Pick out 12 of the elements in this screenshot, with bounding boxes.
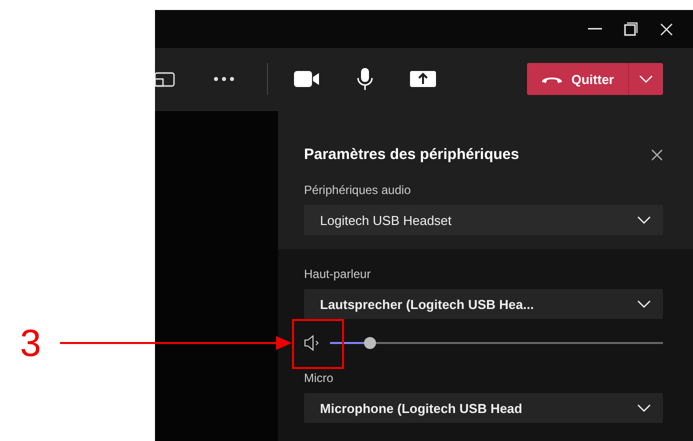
field-label: Périphériques audio <box>304 183 412 197</box>
leave-button[interactable]: Quitter <box>527 63 663 95</box>
field-label: Micro <box>304 371 334 385</box>
device-dropdown[interactable]: Lautsprecher (Logitech USB Hea... <box>304 289 663 319</box>
dropdown-value: Logitech USB Headset <box>320 212 452 228</box>
dropdown-value: Microphone (Logitech USB Head <box>320 400 522 416</box>
device-dropdown[interactable]: Microphone (Logitech USB Head <box>304 393 663 423</box>
panel-title: Paramètres des périphériques <box>304 146 520 163</box>
field-label: Haut-parleur <box>304 267 372 281</box>
dropdown-value: Lautsprecher (Logitech USB Hea... <box>320 296 534 312</box>
annotation-number: 3 <box>20 325 42 363</box>
device-dropdown[interactable]: Logitech USB Headset <box>304 205 663 235</box>
